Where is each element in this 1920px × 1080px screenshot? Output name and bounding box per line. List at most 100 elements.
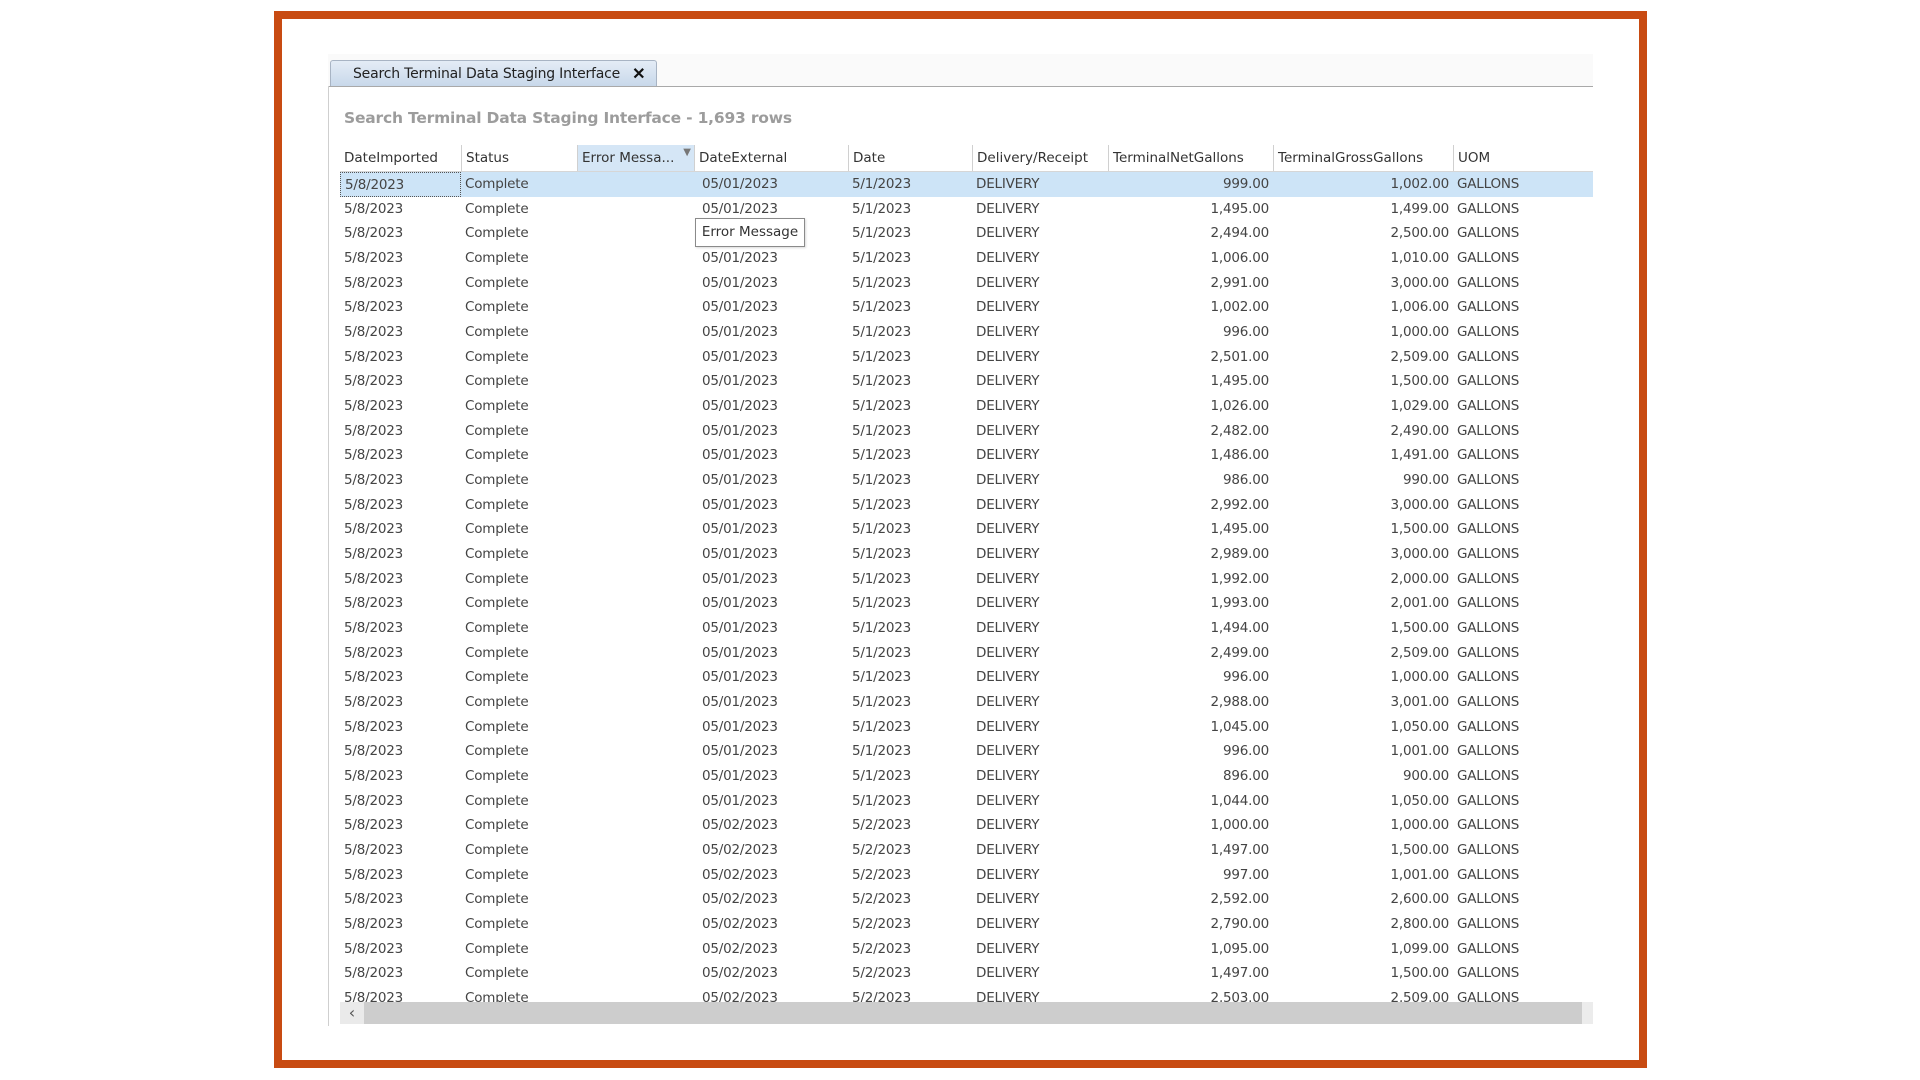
scroll-left-arrow-icon[interactable]: ‹ <box>340 1002 364 1024</box>
cell-terminal-net-gallons[interactable]: 1,993.00 <box>1108 591 1273 616</box>
cell-terminal-net-gallons[interactable]: 1,495.00 <box>1108 517 1273 542</box>
table-row[interactable]: 5/8/2023Complete 05/01/20235/1/2023DELIVE… <box>340 616 1593 641</box>
cell-date-external[interactable]: 05/02/2023 <box>694 912 848 937</box>
table-row[interactable]: 5/8/2023 Complete 05/02/2023 5/2/2023 DELIVE… <box>340 986 1593 1002</box>
cell-date-imported[interactable]: 5/8/2023 <box>340 912 461 937</box>
cell-terminal-net-gallons[interactable]: 2,989.00 <box>1108 542 1273 567</box>
cell-uom[interactable]: GALLONS <box>1453 468 1593 493</box>
cell-terminal-net-gallons[interactable]: 2,501.00 <box>1108 345 1273 370</box>
cell-date-imported[interactable]: 5/8/2023 <box>340 641 461 666</box>
table-row[interactable]: 5/8/2023 Complete 05/02/2023 5/2/2023 DELIVE… <box>340 937 1593 962</box>
cell-delivery-receipt[interactable]: DELIVERY <box>972 764 1108 789</box>
cell-uom[interactable]: GALLONS <box>1453 887 1593 912</box>
cell-delivery-receipt[interactable]: DELIVERY <box>972 394 1108 419</box>
cell-terminal-gross-gallons[interactable]: 2,000.00 <box>1273 567 1453 592</box>
cell-delivery-receipt[interactable]: DELIVERY <box>972 295 1108 320</box>
table-row[interactable]: 5/8/2023Complete 05/01/20235/1/2023DELIVE… <box>340 641 1593 666</box>
cell-error-message[interactable] <box>577 271 694 296</box>
cell-terminal-gross-gallons[interactable]: 1,500.00 <box>1273 517 1453 542</box>
cell-date[interactable]: 5/1/2023 <box>848 345 972 370</box>
column-header-delivery-receipt[interactable]: Delivery/Receipt <box>972 145 1108 171</box>
cell-terminal-net-gallons[interactable]: 2,592.00 <box>1108 887 1273 912</box>
cell-terminal-gross-gallons[interactable]: 3,001.00 <box>1273 690 1453 715</box>
cell-status[interactable]: Complete <box>461 764 577 789</box>
cell-date-imported[interactable]: 5/8/2023 <box>340 838 461 863</box>
cell-terminal-net-gallons[interactable]: 2,494.00 <box>1108 221 1273 246</box>
cell-status[interactable]: Complete <box>461 172 577 197</box>
cell-status[interactable]: Complete <box>461 369 577 394</box>
cell-date-external[interactable]: 05/02/2023 <box>694 813 848 838</box>
cell-uom[interactable]: GALLONS <box>1453 246 1593 271</box>
cell-date-imported[interactable]: 5/8/2023 <box>340 887 461 912</box>
cell-terminal-net-gallons[interactable]: 2,988.00 <box>1108 690 1273 715</box>
cell-status[interactable]: Complete <box>461 295 577 320</box>
cell-uom[interactable]: GALLONS <box>1453 937 1593 962</box>
cell-date-imported[interactable]: 5/8/2023 <box>340 419 461 444</box>
cell-date[interactable]: 5/2/2023 <box>848 961 972 986</box>
cell-date[interactable]: 5/2/2023 <box>848 863 972 888</box>
column-header-date-imported[interactable]: DateImported <box>340 145 461 171</box>
cell-error-message[interactable] <box>577 813 694 838</box>
cell-terminal-net-gallons[interactable]: 2,790.00 <box>1108 912 1273 937</box>
cell-terminal-gross-gallons[interactable]: 1,000.00 <box>1273 665 1453 690</box>
cell-date-external[interactable]: 05/01/2023 <box>694 764 848 789</box>
cell-uom[interactable]: GALLONS <box>1453 789 1593 814</box>
cell-error-message[interactable] <box>577 690 694 715</box>
cell-delivery-receipt[interactable]: DELIVERY <box>972 863 1108 888</box>
cell-status[interactable]: Complete <box>461 838 577 863</box>
cell-date-imported[interactable]: 5/8/2023 <box>340 172 461 197</box>
cell-uom[interactable]: GALLONS <box>1453 912 1593 937</box>
cell-terminal-net-gallons[interactable]: 997.00 <box>1108 863 1273 888</box>
cell-uom[interactable]: GALLONS <box>1453 221 1593 246</box>
cell-date[interactable]: 5/1/2023 <box>848 739 972 764</box>
cell-status[interactable]: Complete <box>461 221 577 246</box>
cell-date-imported[interactable]: 5/8/2023 <box>340 542 461 567</box>
cell-date[interactable]: 5/1/2023 <box>848 172 972 197</box>
table-row[interactable]: 5/8/2023Complete 05/01/20235/1/2023DELIVE… <box>340 690 1593 715</box>
cell-date-imported[interactable]: 5/8/2023 <box>340 197 461 222</box>
cell-terminal-gross-gallons[interactable]: 1,500.00 <box>1273 961 1453 986</box>
cell-status[interactable]: Complete <box>461 271 577 296</box>
column-header-status[interactable]: Status <box>461 145 577 171</box>
cell-uom[interactable]: GALLONS <box>1453 961 1593 986</box>
cell-status[interactable]: Complete <box>461 591 577 616</box>
cell-status[interactable]: Complete <box>461 912 577 937</box>
cell-status[interactable]: Complete <box>461 665 577 690</box>
cell-terminal-net-gallons[interactable]: 1,095.00 <box>1108 937 1273 962</box>
cell-date[interactable]: 5/1/2023 <box>848 517 972 542</box>
cell-delivery-receipt[interactable]: DELIVERY <box>972 419 1108 444</box>
table-row[interactable]: 5/8/2023 Complete 05/02/2023 5/2/2023 DELIVE… <box>340 912 1593 937</box>
cell-date-imported[interactable]: 5/8/2023 <box>340 271 461 296</box>
cell-error-message[interactable] <box>577 493 694 518</box>
cell-date-external[interactable]: 05/01/2023 <box>694 271 848 296</box>
cell-date[interactable]: 5/1/2023 <box>848 641 972 666</box>
cell-delivery-receipt[interactable]: DELIVERY <box>972 468 1108 493</box>
cell-error-message[interactable] <box>577 567 694 592</box>
cell-delivery-receipt[interactable]: DELIVERY <box>972 912 1108 937</box>
cell-date-imported[interactable]: 5/8/2023 <box>340 517 461 542</box>
table-row[interactable]: 5/8/2023Complete 05/01/20235/1/2023DELIVE… <box>340 493 1593 518</box>
cell-date-external[interactable]: 05/01/2023 <box>694 320 848 345</box>
cell-terminal-net-gallons[interactable]: 996.00 <box>1108 665 1273 690</box>
cell-delivery-receipt[interactable]: DELIVERY <box>972 665 1108 690</box>
cell-error-message[interactable] <box>577 764 694 789</box>
cell-uom[interactable]: GALLONS <box>1453 665 1593 690</box>
table-row[interactable]: 5/8/2023Complete 05/01/20235/1/2023DELIVE… <box>340 369 1593 394</box>
cell-date-external[interactable]: 05/01/2023 <box>694 443 848 468</box>
table-row[interactable]: 5/8/2023Complete 05/01/20235/1/2023DELIVE… <box>340 715 1593 740</box>
close-icon[interactable]: ✕ <box>632 64 645 84</box>
cell-status[interactable]: Complete <box>461 986 577 1002</box>
cell-terminal-net-gallons[interactable]: 2,992.00 <box>1108 493 1273 518</box>
cell-date-imported[interactable]: 5/8/2023 <box>340 813 461 838</box>
cell-terminal-net-gallons[interactable]: 1,000.00 <box>1108 813 1273 838</box>
cell-date-external[interactable]: 05/01/2023 <box>694 690 848 715</box>
horizontal-scrollbar[interactable]: ‹ <box>340 1002 1593 1024</box>
cell-uom[interactable]: GALLONS <box>1453 320 1593 345</box>
cell-date[interactable]: 5/1/2023 <box>848 715 972 740</box>
column-header-terminal-gross-gallons[interactable]: TerminalGrossGallons <box>1273 145 1453 171</box>
cell-date-imported[interactable]: 5/8/2023 <box>340 567 461 592</box>
cell-terminal-gross-gallons[interactable]: 2,509.00 <box>1273 641 1453 666</box>
cell-delivery-receipt[interactable]: DELIVERY <box>972 271 1108 296</box>
cell-delivery-receipt[interactable]: DELIVERY <box>972 369 1108 394</box>
table-row[interactable]: 5/8/2023Complete 05/01/20235/1/2023DELIVE… <box>340 542 1593 567</box>
